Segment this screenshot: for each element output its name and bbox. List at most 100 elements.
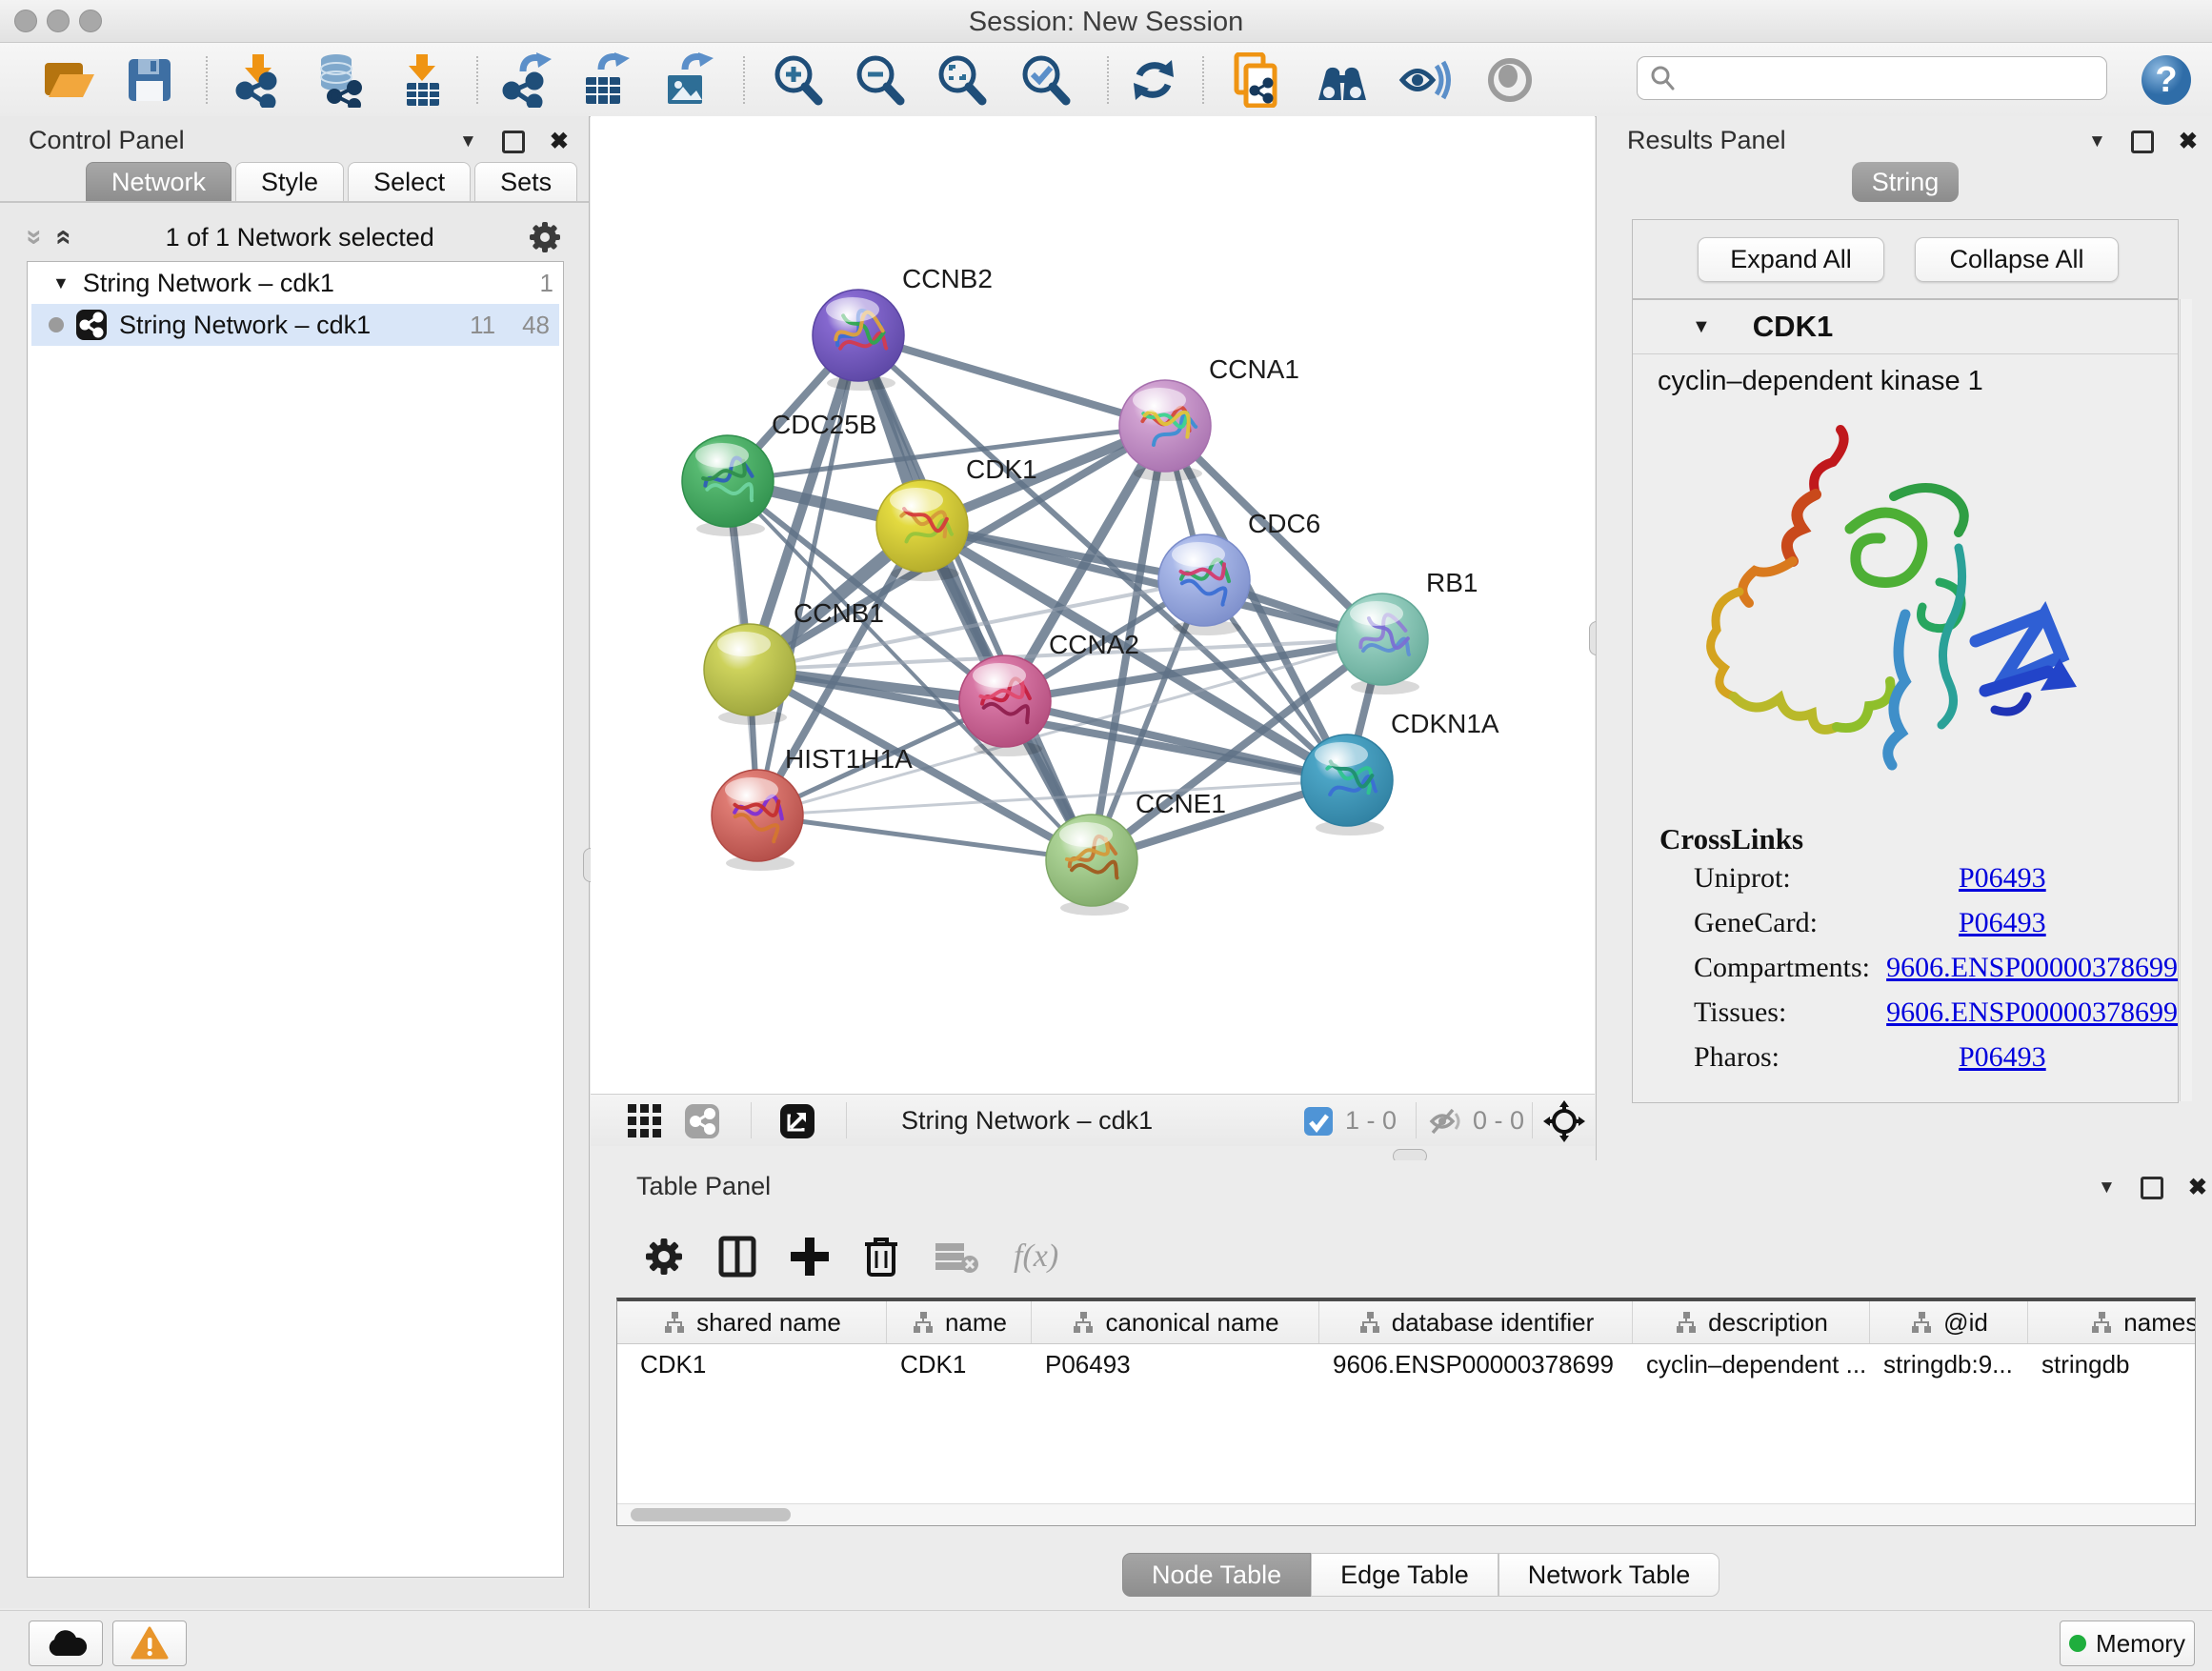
open-in-window-icon[interactable] <box>779 1103 815 1139</box>
table-panel: Table Panel ▼ ✖ <box>591 1160 2212 1608</box>
panel-menu-icon[interactable]: ▼ <box>2088 131 2106 152</box>
node-label-CDC25B: CDC25B <box>772 410 876 439</box>
node-RB1[interactable]: RB1 <box>1337 568 1478 695</box>
edge-HIST1H1A-CCNE1[interactable] <box>757 815 1092 860</box>
show-columns-icon[interactable] <box>718 1236 756 1278</box>
string-share-icon-disabled[interactable] <box>684 1103 720 1139</box>
panel-float-icon[interactable] <box>2141 1177 2163 1199</box>
crosslink-value-link[interactable]: P06493 <box>1959 907 2046 939</box>
node-CCNB2[interactable]: CCNB2 <box>813 264 993 391</box>
column-type-icon <box>911 1310 935 1335</box>
table-horizontal-scrollbar[interactable] <box>617 1503 2195 1525</box>
panel-menu-icon[interactable]: ▼ <box>2098 1178 2116 1198</box>
import-network-button[interactable] <box>231 52 286 108</box>
zoom-in-button[interactable] <box>770 52 825 108</box>
table-settings-gear-icon[interactable] <box>644 1237 684 1277</box>
crosslink-row: Compartments:9606.ENSP00000378699 <box>1694 952 2178 984</box>
node-CCNB1[interactable]: CCNB1 <box>704 598 884 725</box>
panel-menu-icon[interactable]: ▼ <box>459 131 477 152</box>
crosslink-value-link[interactable]: 9606.ENSP00000378699 <box>1886 952 2178 984</box>
import-table-button[interactable] <box>394 52 450 108</box>
zoom-out-button[interactable] <box>852 52 907 108</box>
tab-network[interactable]: Network <box>86 162 231 202</box>
expand-all-button[interactable]: Expand All <box>1698 237 1884 282</box>
refresh-button[interactable] <box>1126 52 1181 108</box>
edge-CCNB2-CCNE1[interactable] <box>858 335 1092 860</box>
node-label-RB1: RB1 <box>1426 568 1478 597</box>
hidden-counter: 0 - 0 <box>1473 1106 1524 1136</box>
open-file-button[interactable] <box>40 52 95 108</box>
tab-string[interactable]: String <box>1852 162 1959 202</box>
help-button[interactable]: ? <box>2136 52 2197 108</box>
card-expander-icon[interactable]: ▼ <box>1692 316 1711 338</box>
tab-select[interactable]: Select <box>348 162 471 202</box>
column-header-namespace[interactable]: namespace <box>2028 1301 2196 1343</box>
crosslink-value-link[interactable]: P06493 <box>1959 1041 2046 1074</box>
pan-crosshair-icon[interactable] <box>1543 1100 1585 1142</box>
tab-sets[interactable]: Sets <box>474 162 577 202</box>
panel-close-icon[interactable]: ✖ <box>2179 128 2198 155</box>
column-header-description[interactable]: description <box>1633 1301 1870 1343</box>
tab-node-table[interactable]: Node Table <box>1122 1553 1311 1597</box>
network-tree-row-selected[interactable]: String Network – cdk1 11 48 <box>31 304 559 346</box>
import-database-button[interactable] <box>311 52 366 108</box>
export-image-button[interactable] <box>659 52 714 108</box>
export-table-button[interactable] <box>577 52 633 108</box>
hide-selected-button[interactable] <box>1398 52 1454 108</box>
cloud-button[interactable] <box>29 1621 103 1666</box>
birdseye-grid-icon[interactable] <box>627 1103 663 1139</box>
search-input[interactable] <box>1676 63 2106 94</box>
column-header-database-identifier[interactable]: database identifier <box>1319 1301 1633 1343</box>
collapse-all-button[interactable]: Collapse All <box>1915 237 2119 282</box>
gene-card-header[interactable]: ▼ CDK1 <box>1633 300 2178 354</box>
column-header-canonical-name[interactable]: canonical name <box>1032 1301 1319 1343</box>
search-binoculars-button[interactable] <box>1315 52 1370 108</box>
column-header-shared-name[interactable]: shared name <box>617 1301 887 1343</box>
tab-style[interactable]: Style <box>235 162 344 202</box>
warnings-button[interactable] <box>112 1621 187 1666</box>
scrollbar-thumb[interactable] <box>631 1508 791 1521</box>
panel-float-icon[interactable] <box>2131 131 2154 153</box>
node-CCNE1[interactable]: CCNE1 <box>1046 789 1226 916</box>
panel-float-icon[interactable] <box>502 131 525 153</box>
collapse-all-icon[interactable]: » <box>18 230 50 246</box>
hidden-eye-icon[interactable] <box>1429 1106 1463 1137</box>
network-tree-root-row[interactable]: ▼ String Network – cdk1 1 <box>28 262 563 304</box>
memory-button[interactable]: Memory <box>2060 1621 2195 1666</box>
node-CDKN1A[interactable]: CDKN1A <box>1301 709 1499 836</box>
save-session-button[interactable] <box>122 52 177 108</box>
copy-reports-button[interactable] <box>1229 52 1284 108</box>
global-search-field[interactable] <box>1637 56 2107 100</box>
zoom-fit-button[interactable] <box>934 52 989 108</box>
level-of-detail-button[interactable] <box>1482 52 1538 108</box>
network-canvas[interactable]: CCNB2CCNA1CDC25BCDK1CDC6RB1CCNB1CCNA2CDK… <box>591 116 1595 1094</box>
column-header-label: canonical name <box>1105 1308 1278 1338</box>
network-options-gear-icon[interactable] <box>528 220 562 254</box>
crosslink-value-link[interactable]: P06493 <box>1959 862 2046 895</box>
node-CCNA1[interactable]: CCNA1 <box>1119 354 1299 481</box>
edge-CCNA2-CDKN1A[interactable] <box>1005 701 1347 780</box>
zoom-selected-button[interactable] <box>1017 52 1073 108</box>
panel-close-icon[interactable]: ✖ <box>2188 1174 2207 1201</box>
delete-trash-icon[interactable] <box>863 1235 899 1278</box>
crosslink-value-link[interactable]: 9606.ENSP00000378699 <box>1886 997 2178 1029</box>
zoom-in-icon <box>771 53 824 107</box>
column-header-name[interactable]: name <box>887 1301 1032 1343</box>
panel-close-icon[interactable]: ✖ <box>550 128 569 155</box>
window-title: Session: New Session <box>0 7 2212 38</box>
selected-nodes-checkbox-icon[interactable] <box>1303 1106 1334 1137</box>
add-column-plus-icon[interactable] <box>791 1236 829 1278</box>
tab-network-table[interactable]: Network Table <box>1498 1553 1720 1597</box>
table-row[interactable]: CDK1CDK1P064939606.ENSP00000378699cyclin… <box>617 1344 2195 1384</box>
crosslink-label: Tissues: <box>1694 997 1886 1029</box>
expand-all-icon[interactable]: « <box>48 230 80 246</box>
node-label-CDKN1A: CDKN1A <box>1391 709 1499 738</box>
eye-slash-icon <box>1398 56 1454 104</box>
toolbar-separator <box>206 56 208 104</box>
tree-expander-icon[interactable]: ▼ <box>52 273 70 293</box>
results-scrollbar-track[interactable] <box>2180 299 2192 1101</box>
column-header-@id[interactable]: @id <box>1870 1301 2028 1343</box>
export-network-button[interactable] <box>497 52 553 108</box>
table-cell: CDK1 <box>887 1350 1032 1379</box>
tab-edge-table[interactable]: Edge Table <box>1311 1553 1498 1597</box>
